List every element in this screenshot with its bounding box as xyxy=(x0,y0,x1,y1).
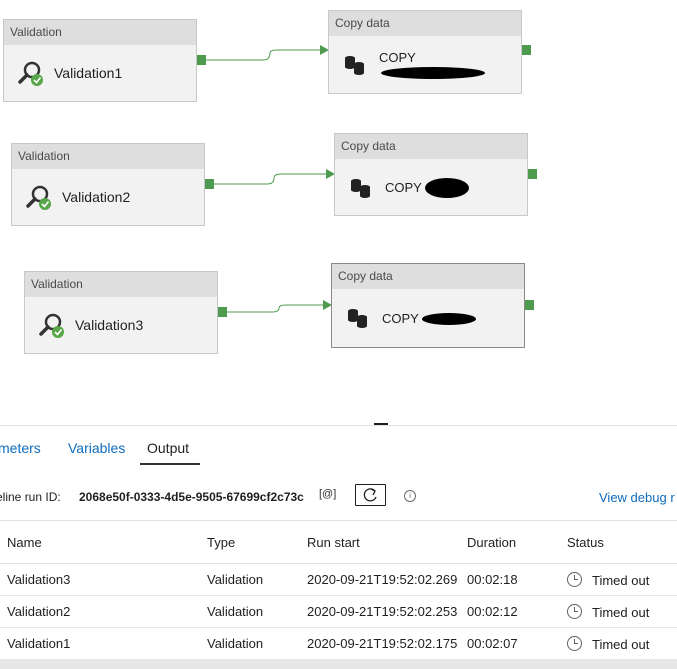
connector-3 xyxy=(227,304,323,313)
status-text: Timed out xyxy=(592,636,650,652)
activity-runs-table: Name Type Run start Duration Status Vali… xyxy=(0,520,677,660)
horizontal-scrollbar[interactable] xyxy=(0,660,677,669)
status-text: Timed out xyxy=(592,604,650,620)
activity-type-label: Copy data xyxy=(335,134,527,159)
connector-1 xyxy=(206,49,320,61)
copy-data-icon xyxy=(348,309,367,328)
connector-2 xyxy=(214,173,326,185)
output-port[interactable] xyxy=(205,179,214,189)
cell-duration: 00:02:12 xyxy=(467,604,518,619)
pipeline-canvas[interactable]: Validation Validation1 Validation Valida… xyxy=(0,0,677,420)
refresh-button[interactable] xyxy=(355,484,386,506)
table-row[interactable]: Validation1 Validation 2020-09-21T19:52:… xyxy=(0,628,677,660)
activity-name: Validation1 xyxy=(54,65,123,81)
column-header-name[interactable]: Name xyxy=(0,521,200,564)
cell-run-start: 2020-09-21T19:52:02.253 xyxy=(307,604,458,619)
cell-run-start: 2020-09-21T19:52:02.269 xyxy=(307,572,458,587)
validation-icon xyxy=(18,61,43,86)
activity-type-label: Copy data xyxy=(329,11,521,36)
info-icon[interactable]: i xyxy=(404,490,416,502)
cell-name: Validation1 xyxy=(7,636,71,651)
activity-name: Validation2 xyxy=(62,189,131,205)
pipeline-run-id-label: eline run ID: xyxy=(0,490,61,504)
output-port[interactable] xyxy=(528,169,537,179)
cell-name: Validation2 xyxy=(7,604,71,619)
activity-type-label: Copy data xyxy=(332,264,524,289)
activity-name: COPY xyxy=(382,311,419,326)
clock-icon xyxy=(567,635,582,651)
view-debug-link[interactable]: View debug r xyxy=(599,490,675,505)
column-header-type[interactable]: Type xyxy=(200,521,300,564)
activity-type-label: Validation xyxy=(4,20,196,45)
active-tab-indicator xyxy=(140,463,200,465)
copy-data-icon xyxy=(345,56,364,75)
clock-icon xyxy=(567,603,582,619)
tab-output[interactable]: Output xyxy=(147,440,189,456)
validation-activity-2[interactable]: Validation Validation2 xyxy=(11,143,205,226)
cell-run-start: 2020-09-21T19:52:02.175 xyxy=(307,636,458,651)
output-port[interactable] xyxy=(522,45,531,55)
redaction-mark xyxy=(425,178,469,198)
activity-name: COPY xyxy=(385,180,422,195)
redaction-mark xyxy=(381,67,485,79)
activity-type-label: Validation xyxy=(25,272,217,297)
cell-status: Timed out xyxy=(560,628,677,660)
copy-activity-1[interactable]: Copy data COPY xyxy=(328,10,522,94)
output-port[interactable] xyxy=(218,307,227,317)
table-row[interactable]: Validation3 Validation 2020-09-21T19:52:… xyxy=(0,564,677,596)
copy-activity-3[interactable]: Copy data COPY xyxy=(331,263,525,348)
validation-activity-3[interactable]: Validation Validation3 xyxy=(24,271,218,354)
cell-type: Validation xyxy=(207,572,264,587)
column-header-status[interactable]: Status xyxy=(560,521,677,564)
cell-type: Validation xyxy=(207,604,264,619)
cell-name: Validation3 xyxy=(7,572,71,587)
pipeline-run-id: 2068e50f-0333-4d5e-9505-67699cf2c73c xyxy=(79,490,304,504)
tab-variables[interactable]: Variables xyxy=(68,440,125,456)
status-text: Timed out xyxy=(592,572,650,588)
cell-duration: 00:02:18 xyxy=(467,572,518,587)
copy-id-icon[interactable]: [@] xyxy=(319,488,336,500)
table-row[interactable]: Validation2 Validation 2020-09-21T19:52:… xyxy=(0,596,677,628)
redaction-mark xyxy=(422,313,476,325)
copy-activity-2[interactable]: Copy data COPY xyxy=(334,133,528,216)
activity-name: Validation3 xyxy=(75,317,144,333)
pipeline-run-bar: eline run ID: 2068e50f-0333-4d5e-9505-67… xyxy=(0,482,677,512)
column-header-duration[interactable]: Duration xyxy=(460,521,560,564)
validation-activity-1[interactable]: Validation Validation1 xyxy=(3,19,197,102)
output-port[interactable] xyxy=(525,300,534,310)
cell-duration: 00:02:07 xyxy=(467,636,518,651)
activity-name: COPY xyxy=(379,50,416,65)
output-panel-tabs: meters Variables Output xyxy=(0,425,677,466)
activity-type-label: Validation xyxy=(12,144,204,169)
refresh-icon xyxy=(363,488,377,502)
validation-icon xyxy=(39,313,64,338)
clock-icon xyxy=(567,571,582,587)
cell-type: Validation xyxy=(207,636,264,651)
validation-icon xyxy=(26,185,51,210)
tab-parameters[interactable]: meters xyxy=(0,440,41,456)
output-port[interactable] xyxy=(197,55,206,65)
cell-status: Timed out xyxy=(560,596,677,628)
column-header-run-start[interactable]: Run start xyxy=(300,521,460,564)
copy-data-icon xyxy=(351,179,370,198)
cell-status: Timed out xyxy=(560,564,677,596)
table-header-row: Name Type Run start Duration Status xyxy=(0,520,677,564)
